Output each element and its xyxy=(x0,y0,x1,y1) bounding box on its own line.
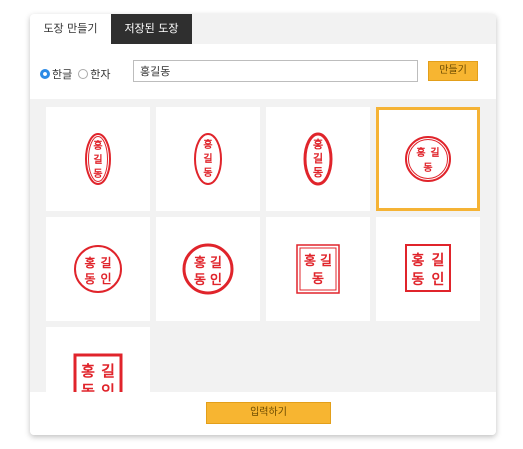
stamp-circle-2[interactable]: 홍 길 동 인 xyxy=(46,217,150,321)
stamp-circle-3[interactable]: 홍 길 동 인 xyxy=(156,217,260,321)
stamp-char: 길 xyxy=(432,253,445,269)
stamp-char: 홍 xyxy=(313,137,323,151)
stamp-char: 인 xyxy=(100,271,111,286)
script-radio-group: 한글 한자 xyxy=(40,66,111,82)
stamp-char: 홍 xyxy=(81,362,95,380)
tab-bar: 도장 만들기 저장된 도장 xyxy=(30,14,192,44)
stamp-char: 동 xyxy=(93,168,102,180)
stamp-grid: 홍 길 동 홍 길 동 홍 길 동 홍 길 동 홍 길 동 인 홍 길 동 인 … xyxy=(30,99,496,392)
bottom-bar: 입력하기 xyxy=(30,392,496,435)
stamp-char: 동 xyxy=(84,272,95,286)
stamp-char: 동 xyxy=(313,166,323,179)
stamp-char: 홍 xyxy=(203,138,212,151)
input-row: 한글 한자 만들기 xyxy=(30,44,496,99)
stamp-char: 홍 xyxy=(194,255,206,271)
stamp-oval-vertical-2[interactable]: 홍 길 동 xyxy=(156,107,260,211)
stamp-circle-1[interactable]: 홍 길 동 xyxy=(376,107,480,211)
stamp-char: 동 xyxy=(312,272,324,287)
stamp-char: 길 xyxy=(313,152,323,165)
stamp-char: 길 xyxy=(101,362,115,380)
stamp-char: 홍 xyxy=(84,255,95,270)
tab-saved-stamps[interactable]: 저장된 도장 xyxy=(111,14,192,44)
submit-button[interactable]: 입력하기 xyxy=(206,402,331,424)
stamp-char: 길 xyxy=(210,256,222,271)
stamp-char: 동 xyxy=(412,272,425,288)
radio-hangul-label[interactable]: 한글 xyxy=(52,66,72,82)
stamp-square-3[interactable]: 홍 길 동 인 xyxy=(46,327,150,392)
stamp-char: 동 xyxy=(194,273,206,288)
stamp-char: 홍 xyxy=(93,139,102,152)
stamp-char: 홍 xyxy=(416,146,425,159)
stamp-oval-vertical-1[interactable]: 홍 길 동 xyxy=(46,107,150,211)
stamp-char: 길 xyxy=(93,153,102,166)
stamp-char: 길 xyxy=(203,152,212,165)
make-button[interactable]: 만들기 xyxy=(428,61,478,81)
name-input[interactable] xyxy=(133,60,418,82)
stamp-oval-vertical-3[interactable]: 홍 길 동 xyxy=(266,107,370,211)
radio-hanja-label[interactable]: 한자 xyxy=(90,66,110,82)
radio-hangul[interactable] xyxy=(40,69,50,79)
stamp-char: 홍 xyxy=(304,253,316,269)
stamp-char: 인 xyxy=(210,272,222,288)
stamp-char: 길 xyxy=(430,146,439,159)
stamp-char: 홍 xyxy=(412,252,425,269)
stamp-char: 동 xyxy=(81,382,95,392)
stamp-char: 길 xyxy=(100,256,111,270)
stamp-char: 인 xyxy=(101,382,115,392)
stamp-char: 인 xyxy=(432,271,445,288)
stamp-char: 길 xyxy=(320,254,332,269)
stamp-char: 동 xyxy=(423,162,432,174)
stamp-dialog: 도장 만들기 저장된 도장 한글 한자 만들기 홍 길 동 홍 xyxy=(30,14,496,435)
radio-hanja[interactable] xyxy=(78,69,89,79)
stamp-char: 동 xyxy=(203,167,212,179)
stamp-square-1[interactable]: 홍 길 동 xyxy=(266,217,370,321)
tab-make-stamp[interactable]: 도장 만들기 xyxy=(30,14,111,44)
stamp-square-2[interactable]: 홍 길 동 인 xyxy=(376,217,480,321)
